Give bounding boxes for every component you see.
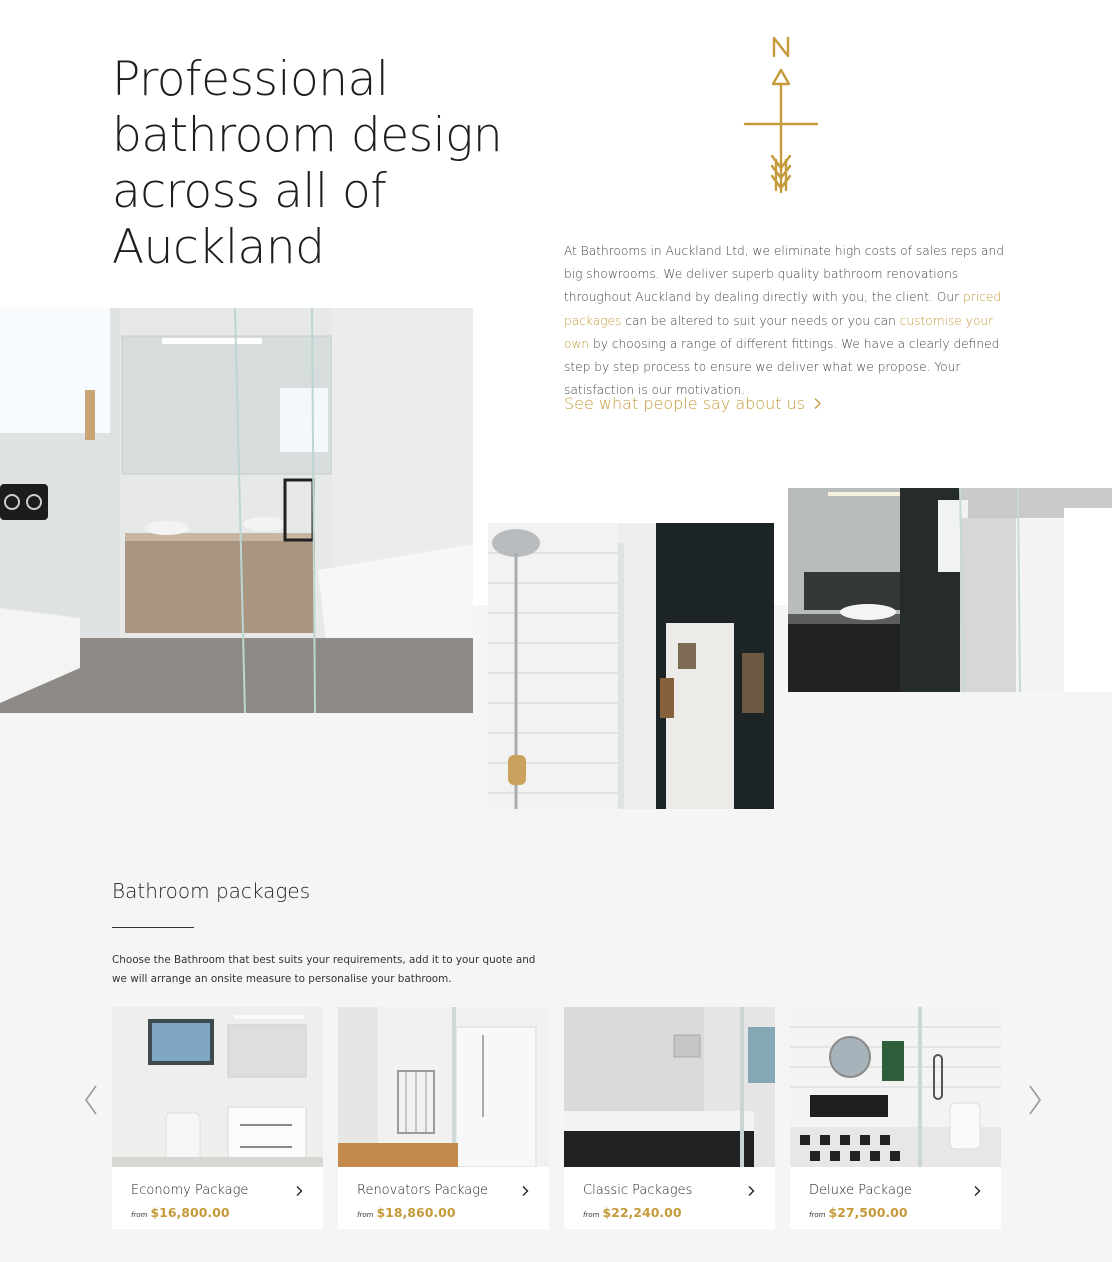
- chevron-right-icon: [1029, 1085, 1041, 1115]
- package-price: $22,240.00: [602, 1205, 682, 1220]
- chevron-right-icon: [974, 1186, 981, 1196]
- chevron-right-icon: [748, 1186, 755, 1196]
- intro-paragraph: At Bathrooms in Auckland Ltd, we elimina…: [564, 240, 1004, 402]
- package-thumbnail: [338, 1007, 549, 1167]
- page-title: Professional bathroom design across all …: [112, 52, 503, 275]
- package-name: Economy Package: [131, 1183, 249, 1198]
- carousel-next-button[interactable]: [1022, 1082, 1046, 1118]
- carousel-prev-button[interactable]: [80, 1082, 104, 1118]
- testimonials-link-label: See what people say about us: [564, 394, 806, 413]
- heading-divider: [112, 927, 194, 928]
- package-card-renovators[interactable]: Renovators Package from $18,860.00: [338, 1007, 549, 1229]
- package-price: $18,860.00: [376, 1205, 456, 1220]
- price-prefix: from: [357, 1211, 374, 1219]
- shower-tiles-photo: [488, 523, 774, 809]
- package-price: $16,800.00: [150, 1205, 230, 1220]
- chevron-right-icon: [522, 1186, 529, 1196]
- intro-text-2: can be altered to suit your needs or you…: [621, 313, 900, 328]
- package-name: Deluxe Package: [809, 1183, 912, 1198]
- packages-description: Choose the Bathroom that best suits your…: [112, 954, 536, 985]
- compass-arrow-icon: [742, 34, 820, 194]
- package-thumbnail: [790, 1007, 1001, 1167]
- vanity-shower-photo: [788, 488, 1112, 692]
- package-name: Renovators Package: [357, 1183, 489, 1198]
- price-prefix: from: [131, 1211, 148, 1219]
- packages-heading: Bathroom packages: [112, 879, 311, 903]
- chevron-left-icon: [85, 1085, 97, 1115]
- package-thumbnail: [112, 1007, 323, 1167]
- package-card-economy[interactable]: Economy Package from $16,800.00: [112, 1007, 323, 1229]
- price-prefix: from: [809, 1211, 826, 1219]
- price-prefix: from: [583, 1211, 600, 1219]
- intro-text-1: At Bathrooms in Auckland Ltd, we elimina…: [564, 244, 1004, 305]
- chevron-right-icon: [814, 398, 822, 409]
- chevron-right-icon: [296, 1186, 303, 1196]
- intro-text-3: by choosing a range of different fitting…: [564, 336, 1000, 398]
- package-card-deluxe[interactable]: Deluxe Package from $27,500.00: [790, 1007, 1001, 1229]
- package-thumbnail: [564, 1007, 775, 1167]
- testimonials-link[interactable]: See what people say about us: [564, 394, 822, 413]
- package-name: Classic Packages: [583, 1183, 693, 1198]
- package-price: $27,500.00: [828, 1205, 908, 1220]
- package-card-classic[interactable]: Classic Packages from $22,240.00: [564, 1007, 775, 1229]
- hero-bathroom-photo: [0, 308, 473, 713]
